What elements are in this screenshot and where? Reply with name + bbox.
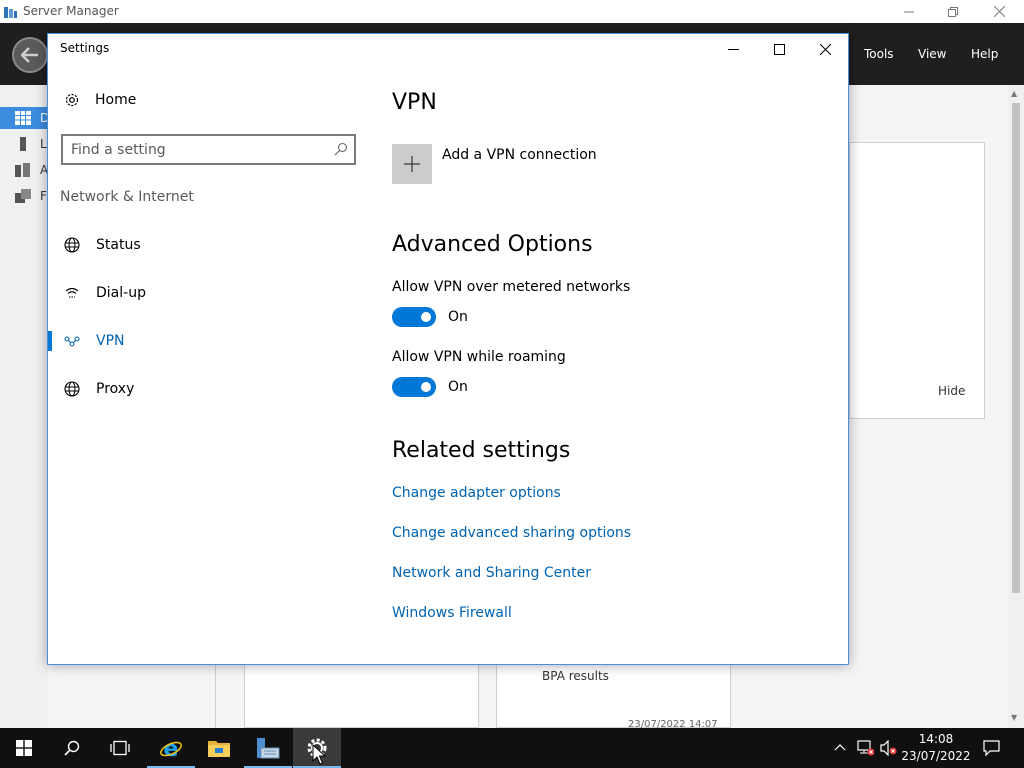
close-icon [993,6,1005,17]
page-title: VPN [392,90,437,115]
server-tile [244,664,479,728]
nav-item-proxy[interactable]: Proxy [48,369,358,409]
settings-close-button[interactable] [802,34,848,64]
scroll-down-icon[interactable]: ▼ [1011,713,1017,722]
settings-title: Settings [60,41,110,55]
change-adapter-options-link[interactable]: Change adapter options [392,485,561,501]
gear-icon [65,93,79,107]
folder-icon [208,741,230,757]
search-icon [64,740,80,756]
clock[interactable]: 14:08 23/07/2022 [900,731,972,765]
welcome-panel [849,142,985,419]
volume-muted-icon[interactable] [880,740,898,756]
all-servers-icon[interactable] [15,163,31,177]
nav-item-status[interactable]: Status [48,225,358,265]
chevron-up-icon[interactable] [834,743,846,751]
server-manager-nav: D L A F [0,85,49,728]
nav-label: Status [96,237,141,253]
minimize-button[interactable] [886,0,932,23]
network-icon[interactable] [857,740,875,756]
search-icon[interactable] [334,142,348,156]
search-input[interactable] [71,141,321,159]
nav-local-letter[interactable]: L [40,137,47,151]
settings-window: Settings Home Network & Internet Status [47,33,849,665]
add-vpn-button[interactable]: Add a VPN connection [392,144,597,184]
add-vpn-label: Add a VPN connection [442,147,597,163]
home-label: Home [95,92,137,108]
taskbar-internet-explorer[interactable]: e [147,728,195,768]
minimize-icon [904,11,914,12]
vertical-scrollbar[interactable]: ▲ ▼ [1008,85,1024,728]
restore-icon [948,6,958,17]
internet-explorer-icon: e [160,737,182,760]
server-manager-title: Server Manager [23,4,119,18]
windows-firewall-link[interactable]: Windows Firewall [392,605,512,621]
windows-logo-icon [16,740,32,756]
clock-date: 23/07/2022 [901,749,971,763]
nav-item-vpn[interactable]: VPN [48,321,358,361]
settings-maximize-button[interactable] [756,34,802,64]
home-nav-item[interactable]: Home [64,92,136,108]
back-button[interactable] [12,37,48,73]
settings-minimize-button[interactable] [710,34,756,64]
restore-button[interactable] [930,0,976,23]
search-box[interactable] [61,134,356,165]
close-button[interactable] [976,0,1022,23]
roaming-option-label: Allow VPN while roaming [392,349,566,365]
task-view-button[interactable] [96,728,144,768]
globe-icon [64,381,80,397]
server-manager-titlebar: Server Manager [0,0,1024,23]
clock-time: 14:08 [918,732,954,746]
toggle-knob [421,312,431,322]
minimize-icon [727,48,739,50]
menu-help[interactable]: Help [971,47,998,61]
scrollbar-thumb[interactable] [1012,103,1020,593]
metered-toggle-state: On [448,309,468,325]
dashboard-icon[interactable] [15,111,31,125]
action-center-icon[interactable] [983,740,1000,756]
change-sharing-options-link[interactable]: Change advanced sharing options [392,525,631,541]
metered-toggle[interactable] [392,307,436,327]
file-services-icon[interactable] [15,189,31,203]
taskbar-file-explorer[interactable] [195,728,243,768]
menu-view[interactable]: View [918,47,946,61]
plus-icon [392,144,432,184]
toggle-knob [421,382,431,392]
hide-link[interactable]: Hide [938,384,965,398]
metered-option-label: Allow VPN over metered networks [392,279,631,295]
section-label: Network & Internet [60,189,194,205]
search-taskbar-button[interactable] [48,728,96,768]
globe-icon [64,237,80,253]
dialup-icon [64,285,80,301]
nav-label: Dial-up [96,285,146,301]
active-indicator [48,331,52,351]
nav-label: Proxy [96,381,135,397]
start-button[interactable] [0,728,48,768]
advanced-options-heading: Advanced Options [392,232,593,257]
nav-label: VPN [96,333,125,349]
server-manager-icon [4,7,17,18]
taskbar: e 14:08 23/07/2022 [0,728,1024,768]
roaming-toggle-state: On [448,379,468,395]
nav-file-letter[interactable]: F [40,189,47,203]
local-server-icon[interactable] [15,137,31,151]
task-view-icon [110,740,130,756]
bpa-results-label[interactable]: BPA results [542,669,609,683]
vpn-icon [64,333,80,349]
maximize-icon [773,43,785,55]
tile-timestamp: 23/07/2022 14:07 [628,719,718,728]
close-icon [819,43,831,55]
arrow-left-icon [21,47,38,63]
menu-tools[interactable]: Tools [864,47,894,61]
nav-item-dial-up[interactable]: Dial-up [48,273,358,313]
network-sharing-center-link[interactable]: Network and Sharing Center [392,565,591,581]
mouse-cursor-icon [312,744,326,765]
taskbar-server-manager[interactable] [244,728,292,768]
server-manager-icon [257,738,280,759]
related-settings-heading: Related settings [392,438,571,463]
roaming-toggle[interactable] [392,377,436,397]
svg-text:e: e [164,737,179,760]
scroll-up-icon[interactable]: ▲ [1011,89,1017,98]
